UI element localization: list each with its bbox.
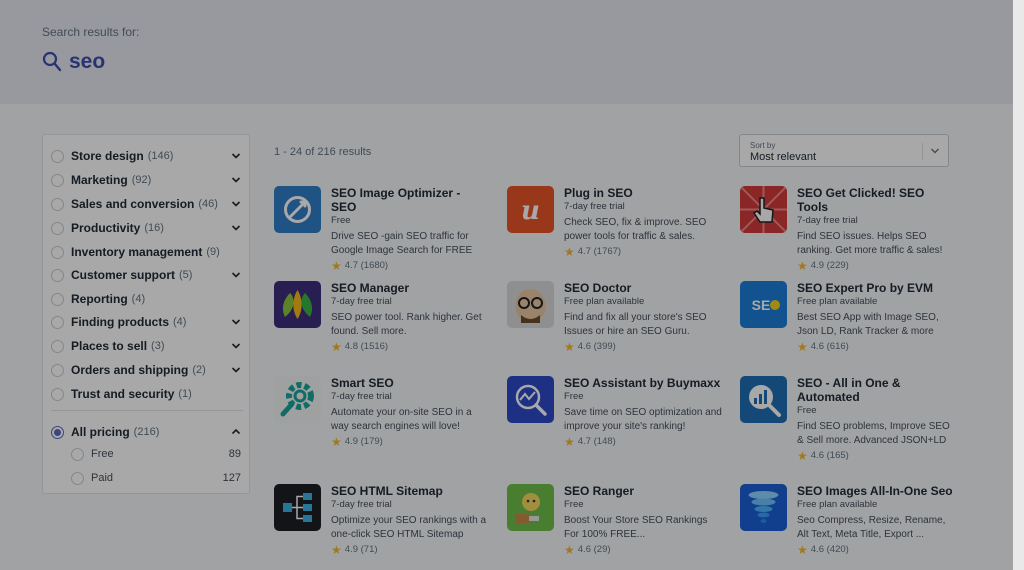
- scrollbar[interactable]: [1013, 0, 1024, 570]
- modal-backdrop[interactable]: [0, 0, 1024, 570]
